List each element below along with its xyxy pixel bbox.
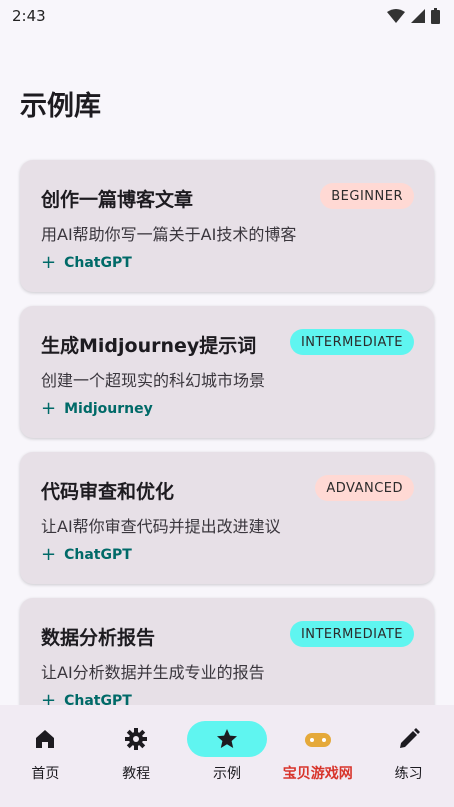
example-title: 生成Midjourney提示词 <box>41 335 257 357</box>
nav-item-examples[interactable]: 示例 <box>182 721 272 783</box>
nav-label: 练习 <box>394 766 423 782</box>
example-card[interactable]: 生成Midjourney提示词 INTERMEDIATE 创建一个超现实的科幻城… <box>20 306 434 438</box>
example-card[interactable]: 代码审查和优化 ADVANCED 让AI帮你审查代码并提出改进建议 + Chat… <box>20 452 434 584</box>
examples-list: 创作一篇博客文章 BEGINNER 用AI帮助你写一篇关于AI技术的博客 + C… <box>20 160 434 744</box>
star-icon <box>216 729 237 748</box>
example-description: 让AI分析数据并生成专业的报告 <box>41 663 265 682</box>
plus-icon: + <box>41 398 57 419</box>
gear-icon <box>125 728 148 750</box>
nav-item-tutorials[interactable]: 教程 <box>91 721 181 783</box>
tool-label: Midjourney <box>64 401 153 417</box>
nav-icon-container <box>186 721 267 757</box>
plus-icon: + <box>41 252 57 273</box>
plus-icon: + <box>41 544 57 565</box>
gamepad-icon <box>304 733 331 747</box>
example-title: 代码审查和优化 <box>41 481 175 503</box>
level-badge: INTERMEDIATE <box>289 621 414 647</box>
tool-tag[interactable]: + Midjourney <box>41 400 153 418</box>
status-icons <box>387 8 440 24</box>
tool-tag[interactable]: + ChatGPT <box>41 546 132 564</box>
nav-icon-container <box>278 721 358 757</box>
page-title: 示例库 <box>20 91 101 122</box>
level-badge: BEGINNER <box>320 183 414 209</box>
nav-label: 教程 <box>122 766 151 782</box>
nav-label: 示例 <box>212 766 241 782</box>
tool-label: ChatGPT <box>64 547 132 563</box>
wifi-icon <box>387 9 405 23</box>
bottom-nav: 首页 教程 示例 宝贝游戏网 练习 <box>0 705 454 807</box>
nav-label: 宝贝游戏网 <box>282 766 353 782</box>
nav-icon-container <box>369 721 449 757</box>
pencil-icon <box>399 728 420 748</box>
battery-icon <box>431 8 440 24</box>
example-description: 让AI帮你审查代码并提出改进建议 <box>41 517 281 536</box>
tool-label: ChatGPT <box>64 255 132 271</box>
example-description: 用AI帮助你写一篇关于AI技术的博客 <box>41 225 297 244</box>
home-icon <box>36 730 55 748</box>
example-title: 数据分析报告 <box>41 627 156 649</box>
tool-tag[interactable]: + ChatGPT <box>41 254 132 272</box>
status-bar: 2:43 <box>0 0 454 32</box>
example-title: 创作一篇博客文章 <box>41 189 194 211</box>
example-card[interactable]: 创作一篇博客文章 BEGINNER 用AI帮助你写一篇关于AI技术的博客 + C… <box>20 160 434 292</box>
nav-item-home[interactable]: 首页 <box>0 721 90 783</box>
nav-icon-container <box>96 721 176 757</box>
level-badge: INTERMEDIATE <box>289 329 414 355</box>
example-description: 创建一个超现实的科幻城市场景 <box>41 371 266 390</box>
nav-label: 首页 <box>31 766 60 782</box>
signal-icon <box>411 9 425 23</box>
level-badge: ADVANCED <box>315 475 414 501</box>
status-time: 2:43 <box>12 7 46 25</box>
nav-icon-container <box>5 721 85 757</box>
nav-item-practice[interactable]: 练习 <box>364 721 454 783</box>
nav-item-watermark: 宝贝游戏网 <box>273 721 363 783</box>
